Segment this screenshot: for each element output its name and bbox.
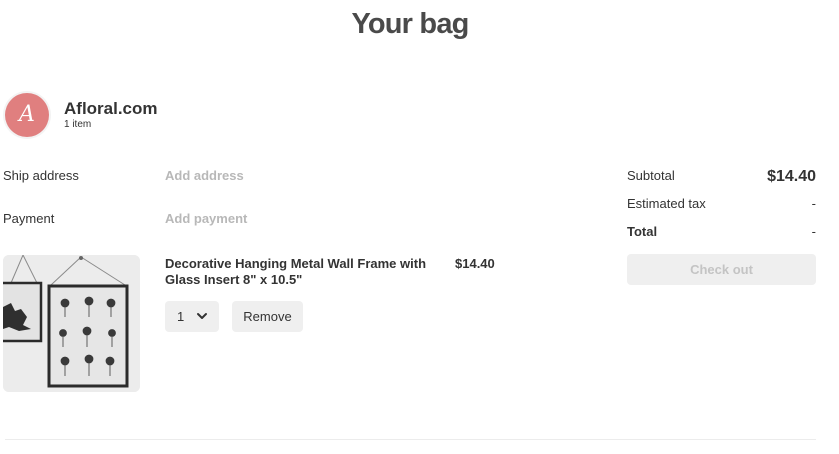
total-value: - <box>811 224 816 239</box>
checkout-button[interactable]: Check out <box>627 254 816 285</box>
estimated-tax-label: Estimated tax <box>627 196 706 211</box>
add-address-link[interactable]: Add address <box>165 168 244 183</box>
total-label: Total <box>627 224 658 239</box>
product-price: $14.40 <box>455 256 495 271</box>
page-title: Your bag <box>351 8 469 40</box>
store-name[interactable]: Afloral.com <box>64 99 158 119</box>
product-image[interactable] <box>3 255 140 392</box>
store-logo[interactable]: A <box>5 93 49 137</box>
quantity-select[interactable]: 1 <box>165 301 219 332</box>
store-item-count: 1 item <box>64 119 92 130</box>
payment-label: Payment <box>3 211 55 226</box>
estimated-tax-value: - <box>811 196 816 211</box>
framed-flowers-image <box>3 255 140 392</box>
bag-page: Your bag A Afloral.com 1 item Ship addre… <box>0 0 839 454</box>
remove-button[interactable]: Remove <box>232 301 303 332</box>
subtotal-value: $14.40 <box>767 168 816 185</box>
quantity-value: 1 <box>177 309 185 324</box>
chevron-down-icon <box>197 313 207 319</box>
subtotal-label: Subtotal <box>627 168 675 183</box>
store-logo-letter: A <box>19 102 35 127</box>
divider <box>5 439 816 440</box>
add-payment-link[interactable]: Add payment <box>165 211 247 226</box>
product-name[interactable]: Decorative Hanging Metal Wall Frame with… <box>165 256 435 288</box>
ship-address-label: Ship address <box>3 168 79 183</box>
